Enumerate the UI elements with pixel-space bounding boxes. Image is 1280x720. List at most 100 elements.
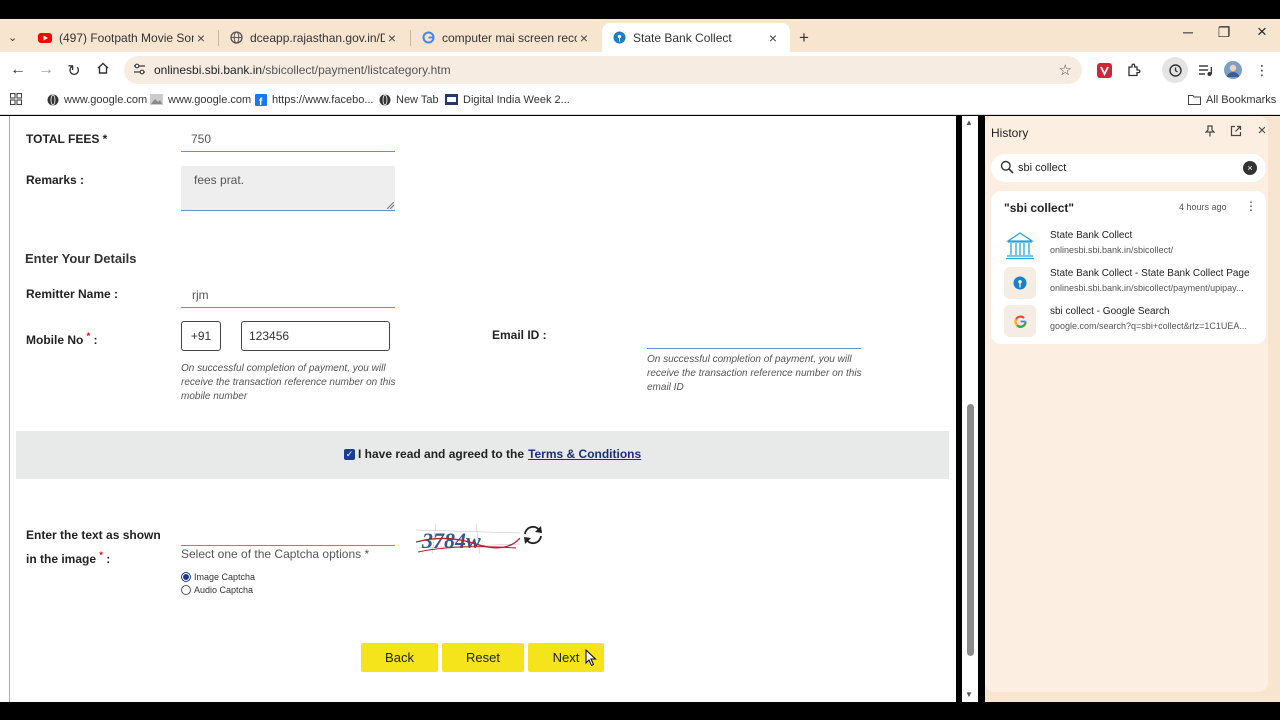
bookmark-star-icon[interactable]: ☆: [1059, 61, 1072, 79]
sbi-building-icon: [1004, 229, 1036, 261]
restore-button[interactable]: ❐: [1212, 24, 1236, 41]
bookmark-digital-india[interactable]: Digital India Week 2...: [445, 93, 570, 106]
total-fees-value: 750: [191, 132, 212, 146]
bookmark-google-2[interactable]: www.google.com: [150, 93, 251, 106]
tab-youtube[interactable]: (497) Footpath Movie Songs | A ×: [28, 23, 218, 52]
chevron-down-icon: ⌄: [8, 32, 18, 44]
extensions-puzzle-icon[interactable]: [1124, 61, 1142, 79]
audio-captcha-option[interactable]: Audio Captcha: [181, 585, 253, 595]
clear-search-icon[interactable]: ×: [1243, 161, 1257, 175]
address-bar[interactable]: onlinesbi.sbi.bank.in/sbicollect/payment…: [124, 56, 1082, 84]
tab-title: State Bank Collect: [633, 30, 732, 45]
google-icon: [1004, 305, 1036, 337]
image-captcha-option[interactable]: Image Captcha: [181, 572, 255, 582]
history-item-collect-page[interactable]: State Bank Collect - State Bank Collect …: [1004, 267, 1259, 299]
plus-icon: +: [799, 27, 809, 47]
history-item-url: google.com/search?q=sbi+collect&rlz=1C1U…: [1050, 321, 1247, 331]
captcha-image: 3784w: [415, 523, 521, 555]
scrollbar-thumb[interactable]: [967, 404, 974, 656]
tab-title: computer mai screen record ke: [442, 30, 577, 45]
required-marker: *: [86, 331, 91, 341]
bookmark-google-1[interactable]: www.google.com: [46, 93, 147, 106]
search-icon: [1000, 160, 1014, 177]
history-item-google-search[interactable]: sbi collect - Google Search google.com/s…: [1004, 305, 1259, 337]
history-item-title: sbi collect - Google Search: [1050, 306, 1170, 317]
total-fees-field[interactable]: 750: [181, 130, 395, 152]
profile-avatar[interactable]: [1224, 61, 1242, 79]
close-icon[interactable]: ×: [385, 30, 399, 46]
google-icon: [421, 31, 435, 45]
terms-checkbox[interactable]: ✓: [344, 448, 355, 460]
back-arrow-icon[interactable]: ←: [8, 61, 28, 79]
captcha-input[interactable]: [181, 524, 395, 546]
reset-button[interactable]: Reset: [442, 643, 524, 672]
resize-handle-icon[interactable]: [387, 202, 394, 209]
globe-icon: [46, 93, 59, 106]
new-tab-button[interactable]: +: [795, 23, 819, 52]
history-icon[interactable]: [1162, 57, 1188, 83]
required-marker: *: [99, 550, 103, 560]
total-fees-label: TOTAL FEES *: [26, 132, 108, 146]
section-title: Enter Your Details: [25, 251, 137, 266]
media-controls-icon[interactable]: [1196, 61, 1214, 79]
home-icon[interactable]: [93, 61, 113, 80]
tab-search-button[interactable]: ⌄: [0, 23, 30, 52]
scroll-up-arrow-icon[interactable]: ▲: [965, 118, 973, 127]
remarks-textarea[interactable]: fees prat.: [181, 166, 395, 211]
minimize-button[interactable]: ─: [1176, 24, 1200, 40]
site-info-icon[interactable]: [133, 63, 146, 78]
remitter-name-label: Remitter Name :: [26, 287, 119, 301]
open-in-new-tab-icon[interactable]: [1229, 125, 1243, 140]
history-group-time: 4 hours ago: [1179, 202, 1227, 212]
remarks-label: Remarks :: [26, 173, 85, 187]
refresh-captcha-icon[interactable]: [520, 522, 546, 548]
tab-title: dceapp.rajasthan.gov.in/DCE_A: [250, 30, 385, 45]
globe-icon: [229, 31, 243, 45]
history-item-state-bank-collect[interactable]: State Bank Collect onlinesbi.sbi.bank.in…: [1004, 229, 1259, 261]
close-window-button[interactable]: ×: [1250, 22, 1274, 42]
close-panel-icon[interactable]: ×: [1255, 122, 1269, 139]
tab-google-search[interactable]: computer mai screen record ke ×: [411, 23, 601, 52]
history-search-input[interactable]: sbi collect ×: [991, 154, 1266, 182]
country-code-field[interactable]: +91: [181, 321, 221, 351]
pin-icon[interactable]: [1203, 125, 1217, 140]
more-options-icon[interactable]: ⋮: [1245, 199, 1257, 213]
bookmark-new-tab[interactable]: New Tab: [378, 93, 439, 106]
close-icon[interactable]: ×: [577, 30, 591, 46]
image-captcha-label: Image Captcha: [194, 572, 256, 582]
history-item-url: onlinesbi.sbi.bank.in/sbicollect/payment…: [1050, 283, 1244, 293]
terms-link[interactable]: Terms & Conditions: [528, 447, 641, 461]
bookmark-label: www.google.com: [64, 93, 148, 106]
history-search-value: sbi collect: [1018, 162, 1067, 174]
back-button[interactable]: Back: [361, 643, 438, 672]
tab-dceapp[interactable]: dceapp.rajasthan.gov.in/DCE_A ×: [219, 23, 409, 52]
remitter-name-field[interactable]: rjm: [181, 284, 395, 308]
vivaldi-extension-icon[interactable]: [1095, 61, 1113, 79]
close-icon[interactable]: ×: [194, 30, 208, 46]
mobile-no-label: Mobile No * :: [26, 331, 98, 347]
scroll-down-arrow-icon[interactable]: ▼: [965, 690, 973, 699]
bookmark-facebook[interactable]: f https://www.facebo...: [254, 93, 374, 106]
tab-title: (497) Footpath Movie Songs | A: [59, 30, 194, 45]
url-host: onlinesbi.sbi.bank.in: [154, 63, 263, 77]
captcha-colon: :: [106, 552, 111, 566]
forward-arrow-icon[interactable]: →: [36, 61, 56, 79]
audio-captcha-radio[interactable]: [181, 585, 191, 595]
history-item-title: State Bank Collect - State Bank Collect …: [1050, 268, 1250, 279]
apps-grid-icon[interactable]: [10, 93, 22, 105]
bookmark-label: www.google.com: [168, 93, 252, 106]
mobile-number-input[interactable]: 123456: [241, 321, 390, 351]
history-group-title: "sbi collect": [1004, 201, 1075, 215]
all-bookmarks-button[interactable]: All Bookmarks: [1188, 93, 1276, 106]
tab-state-bank-collect[interactable]: State Bank Collect ×: [602, 23, 790, 52]
image-captcha-radio[interactable]: [181, 572, 191, 582]
page-scrollbar[interactable]: ▲ ▼: [962, 116, 978, 702]
more-menu-icon[interactable]: ⋮: [1253, 61, 1271, 79]
close-icon[interactable]: ×: [766, 30, 780, 46]
email-input[interactable]: [647, 326, 861, 349]
page-content: TOTAL FEES * 750 Remarks : fees prat. En…: [0, 116, 956, 702]
history-panel-card: History × sbi collect × "sbi collect" 4 …: [985, 116, 1268, 692]
image-icon: [150, 93, 163, 106]
reload-icon[interactable]: ↻: [64, 61, 84, 81]
audio-captcha-label: Audio Captcha: [194, 585, 254, 595]
